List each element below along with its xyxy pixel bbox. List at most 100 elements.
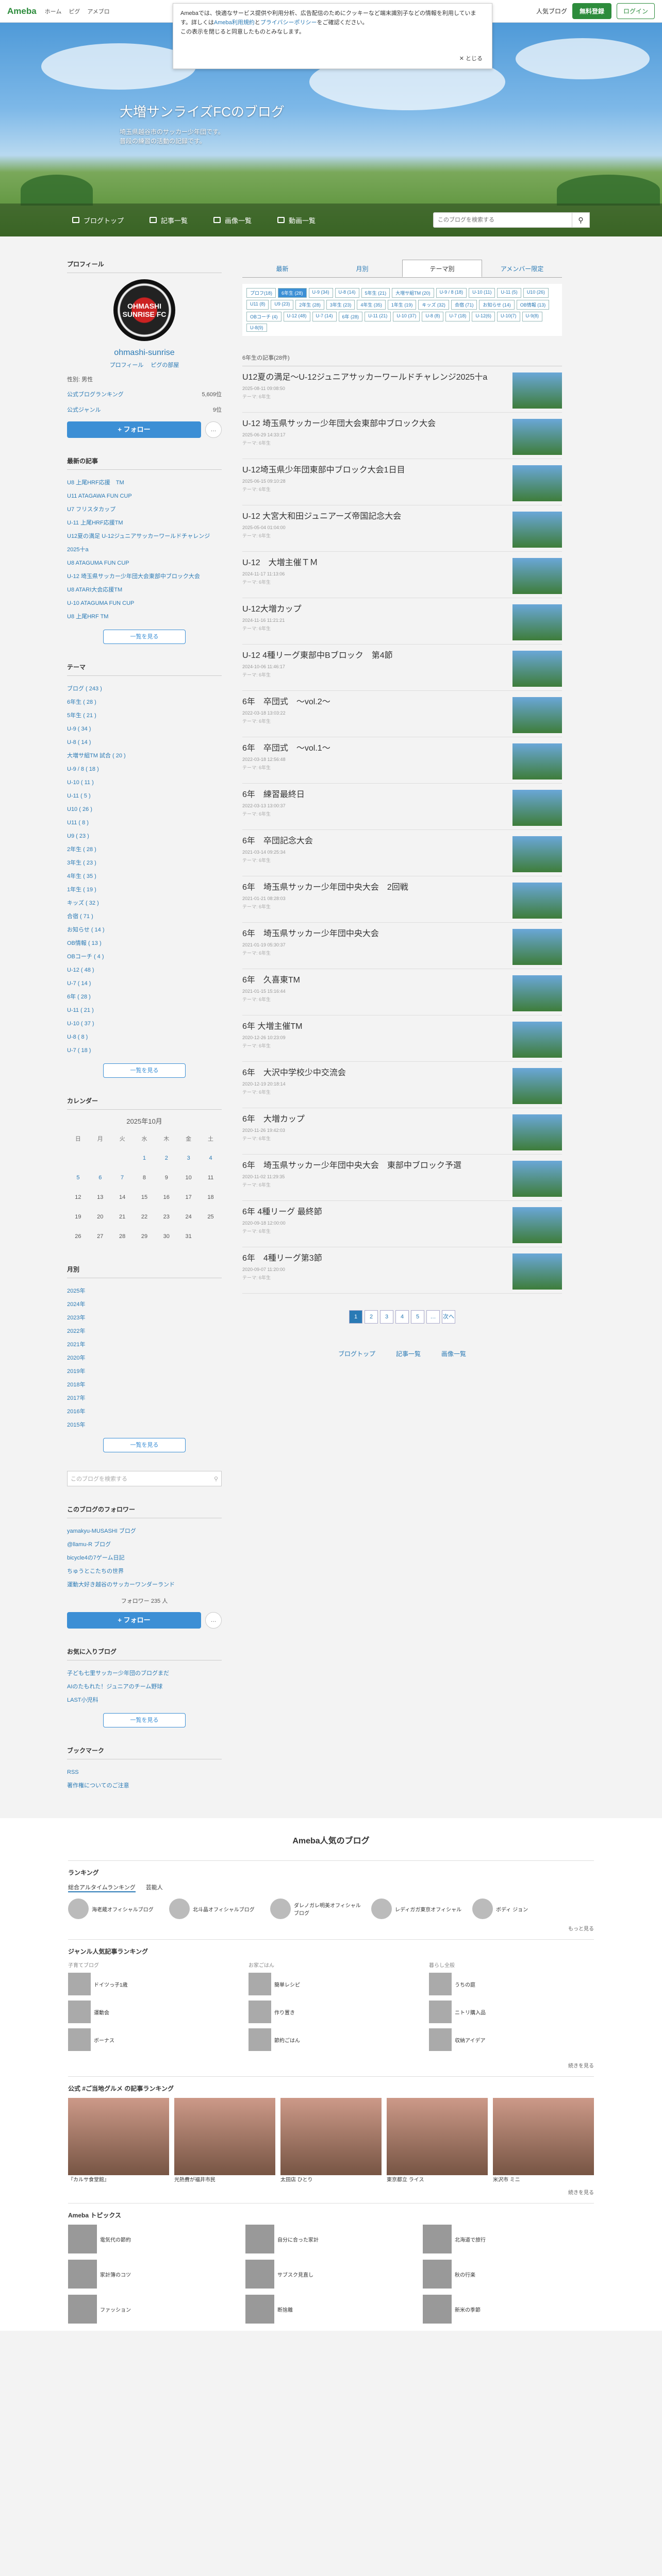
theme-link[interactable]: キッズ ( 32 ) <box>67 896 222 910</box>
theme-link[interactable]: U-9 ( 34 ) <box>67 722 222 736</box>
favorite-blog-link[interactable]: LAST小児科 <box>67 1693 222 1707</box>
entry-theme[interactable]: テーマ: 6年生 <box>242 486 405 493</box>
entry-theme[interactable]: テーマ: 6年生 <box>242 903 408 910</box>
theme-link[interactable]: U11 ( 8 ) <box>67 816 222 829</box>
calendar-day[interactable]: 10 <box>177 1168 200 1188</box>
entry-title[interactable]: 6年 練習最終日 <box>242 790 305 800</box>
archive-link[interactable]: 2022年 <box>67 1325 222 1338</box>
entry-title[interactable]: 6年 埼玉県サッカー少年団中央大会 東部中ブロック予選 <box>242 1161 461 1171</box>
ranking-item[interactable]: 北斗晶オフィシャルブログ <box>169 1899 262 1919</box>
theme-tag[interactable]: 2年生 (28) <box>295 300 324 310</box>
ranking-item[interactable]: 海老蔵オフィシャルブログ <box>68 1899 161 1919</box>
entry-thumbnail[interactable] <box>512 1207 562 1243</box>
theme-link[interactable]: 2年生 ( 28 ) <box>67 843 222 856</box>
calendar-day[interactable]: 26 <box>67 1227 89 1246</box>
entry-title[interactable]: U-12埼玉県少年団東部中ブロック大会1日目 <box>242 465 405 476</box>
theme-tag[interactable]: U11 (8) <box>246 300 269 310</box>
calendar-day[interactable]: 20 <box>89 1207 111 1227</box>
archive-link[interactable]: 2016年 <box>67 1405 222 1418</box>
entry-title[interactable]: 6年 卒団記念大会 <box>242 836 313 846</box>
bottom-nav-images[interactable]: 画像一覧 <box>441 1349 466 1358</box>
page-button[interactable]: 1 <box>349 1310 362 1324</box>
calendar-day[interactable]: 17 <box>177 1188 200 1207</box>
topic-item[interactable]: 断捨離 <box>245 2295 417 2324</box>
ranking-item[interactable]: ダレノガレ明美オフィシャルブログ <box>270 1899 363 1919</box>
entry-theme[interactable]: テーマ: 6年生 <box>242 810 305 817</box>
entry-title[interactable]: U-12大増カップ <box>242 604 302 615</box>
recent-entry-link[interactable]: U7 フリスタカップ <box>67 503 222 516</box>
archive-link[interactable]: 2024年 <box>67 1298 222 1311</box>
nav-pigg[interactable]: ピグ <box>69 7 80 15</box>
calendar-day[interactable]: 15 <box>134 1188 156 1207</box>
nav-home[interactable]: ホーム <box>45 7 62 15</box>
more-options-icon[interactable]: … <box>205 1612 222 1629</box>
calendar-day[interactable]: 14 <box>111 1188 134 1207</box>
theme-link[interactable]: 6年 ( 28 ) <box>67 990 222 1004</box>
archive-link[interactable]: 2017年 <box>67 1392 222 1405</box>
theme-tag[interactable]: 6年生 (28) <box>278 288 307 298</box>
theme-tag[interactable]: U10 (26) <box>523 288 549 298</box>
tab-2[interactable]: テーマ別 <box>402 260 482 277</box>
theme-tag[interactable]: 4年生 (35) <box>357 300 386 310</box>
theme-link[interactable]: 6年生 ( 28 ) <box>67 696 222 709</box>
entry-title[interactable]: 6年 久喜東TM <box>242 975 300 986</box>
genre-article[interactable]: 節約ごはん <box>249 2028 413 2051</box>
topic-item[interactable]: 北海道で旅行 <box>423 2225 594 2253</box>
nav-video-list[interactable]: 動画一覧 <box>277 215 316 225</box>
entry-thumbnail[interactable] <box>512 372 562 409</box>
entry-theme[interactable]: テーマ: 6年生 <box>242 1274 322 1281</box>
theme-link[interactable]: U-12 ( 48 ) <box>67 963 222 977</box>
theme-tag[interactable]: キッズ (32) <box>418 300 449 310</box>
entry-thumbnail[interactable] <box>512 929 562 965</box>
tab-3[interactable]: アメンバー限定 <box>482 260 562 277</box>
theme-tag[interactable]: 5年生 (21) <box>361 288 390 298</box>
theme-link[interactable]: U-8 ( 8 ) <box>67 1030 222 1044</box>
recent-entry-link[interactable]: U-11 上尾HRF応援TM <box>67 516 222 530</box>
ranking-item[interactable]: レディガガ東京オフィシャル <box>371 1899 464 1919</box>
entry-theme[interactable]: テーマ: 6年生 <box>242 1042 302 1049</box>
entry-theme[interactable]: テーマ: 6年生 <box>242 439 436 446</box>
follower-blog-link[interactable]: @llamu-R ブログ <box>67 1538 222 1551</box>
entry-theme[interactable]: テーマ: 6年生 <box>242 1089 346 1095</box>
theme-link[interactable]: 3年生 ( 23 ) <box>67 856 222 870</box>
terms-link[interactable]: Ameba利用規約 <box>214 20 255 26</box>
topic-item[interactable]: サブスク見直し <box>245 2260 417 2289</box>
blog-title[interactable]: 大増サンライズFCのブログ <box>120 101 285 121</box>
entry-thumbnail[interactable] <box>512 512 562 548</box>
entry-theme[interactable]: テーマ: 6年生 <box>242 625 302 632</box>
entry-title[interactable]: 6年 大増カップ <box>242 1114 305 1125</box>
entry-title[interactable]: U-12 大増主催ＴＭ <box>242 558 318 568</box>
recent-entry-link[interactable]: U8 上尾HRF TM <box>67 610 222 623</box>
calendar-day[interactable]: 18 <box>200 1188 222 1207</box>
bottom-nav-entries[interactable]: 記事一覧 <box>396 1349 421 1358</box>
login-button[interactable]: ログイン <box>616 3 655 19</box>
theme-tag[interactable]: U-12 (48) <box>283 312 310 321</box>
genre-article[interactable]: ボーナス <box>68 2028 233 2051</box>
entry-title[interactable]: U-12 埼玉県サッカー少年団大会東部中ブロック大会 <box>242 419 436 429</box>
nav-blog-top[interactable]: ブログトップ <box>72 215 124 225</box>
entry-thumbnail[interactable] <box>512 558 562 594</box>
page-button[interactable]: 次へ <box>442 1310 455 1324</box>
avatar[interactable]: OHMASHI SUNRISE FC <box>113 279 175 341</box>
topic-item[interactable]: 電気代の節約 <box>68 2225 239 2253</box>
entry-title[interactable]: U-12 大宮大和田ジュニアーズ帝国記念大会 <box>242 512 401 522</box>
gourmet-card[interactable]: 光熱費が福井市民 <box>174 2098 275 2183</box>
favorite-more-button[interactable]: 一覧を見る <box>103 1713 186 1727</box>
follower-blog-link[interactable]: bicycle4の7ゲーム日記 <box>67 1551 222 1565</box>
entry-title[interactable]: 6年 4種リーグ第3節 <box>242 1253 322 1264</box>
theme-link[interactable]: U-9 / 8 ( 18 ) <box>67 762 222 776</box>
entry-theme[interactable]: テーマ: 6年生 <box>242 393 487 400</box>
theme-link[interactable]: 5年生 ( 21 ) <box>67 709 222 722</box>
theme-tag[interactable]: U-11 (5) <box>497 288 521 298</box>
calendar-day[interactable]: 11 <box>200 1168 222 1188</box>
theme-link[interactable]: U-8 ( 14 ) <box>67 736 222 749</box>
calendar-day[interactable]: 7 <box>111 1168 134 1188</box>
calendar-day[interactable]: 28 <box>111 1227 134 1246</box>
theme-tag[interactable]: 1年生 (19) <box>387 300 417 310</box>
entry-thumbnail[interactable] <box>512 1161 562 1197</box>
user-name[interactable]: ohmashi-sunrise <box>67 348 222 358</box>
archive-link[interactable]: 2021年 <box>67 1338 222 1351</box>
entry-theme[interactable]: テーマ: 6年生 <box>242 671 393 678</box>
calendar-day[interactable]: 16 <box>155 1188 177 1207</box>
entry-thumbnail[interactable] <box>512 975 562 1011</box>
